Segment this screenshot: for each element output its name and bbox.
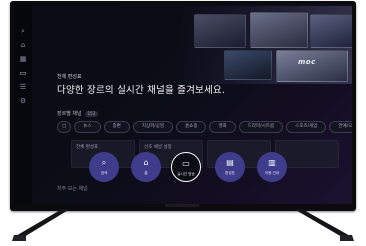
page-title: 다양한 장르의 실시간 채널을 즐겨보세요.	[57, 85, 226, 96]
hero-tile	[276, 50, 348, 82]
genre-chip[interactable]: 연예/오락	[329, 121, 352, 133]
hero-tile	[250, 12, 308, 48]
genre-chip[interactable]: 종편	[103, 121, 130, 133]
menu-live-tv-button[interactable]: ▭ 실시간 방송	[171, 152, 201, 182]
genre-chip-row: ▢뉴스종편지상파/공영홈쇼핑영화드라마/시트콤스포츠/게임연예/오락애니	[57, 121, 352, 135]
hero-tile	[310, 14, 352, 48]
settings-icon[interactable]: ⚙	[18, 96, 28, 106]
genre-chip[interactable]: 홈쇼핑	[176, 121, 207, 133]
tv-screen: moc ⌕ ⌂ ▦ ▭ ☰ ⚙ 전체 편성표 다양한 장르의 실시간 채널을 즐…	[14, 4, 352, 204]
filter-chip[interactable]: ▢	[57, 121, 72, 133]
tv-icon[interactable]: ▭	[18, 68, 28, 78]
genre-chip[interactable]: 뉴스	[74, 121, 101, 133]
filter-icon: ▢	[62, 124, 67, 129]
card-label: 전체 편성표	[76, 145, 99, 150]
section-label: 장르별 채널 153	[57, 110, 99, 117]
menu-label: 실시간 방송	[177, 172, 195, 176]
genre-chip[interactable]: 영화	[209, 121, 236, 133]
schedule-icon: ▤	[226, 158, 234, 167]
home-icon[interactable]: ⌂	[18, 40, 28, 50]
breadcrumb: 전체 편성표	[57, 74, 82, 80]
tv-stand-left	[10, 209, 80, 243]
list-icon[interactable]: ☰	[18, 82, 28, 92]
genre-chip[interactable]: 지상파/공영	[132, 121, 174, 133]
guide-icon: ▥	[268, 158, 276, 167]
menu-label: 검색	[100, 171, 108, 175]
hero-tile	[194, 14, 246, 48]
menu-label: 홈	[144, 171, 148, 175]
count-badge: 153	[84, 110, 99, 117]
hero-tile	[224, 50, 272, 80]
tv-stand-right	[286, 209, 356, 243]
menu-label: 편성표	[225, 171, 235, 175]
genre-chip[interactable]: 스포츠/게임	[286, 121, 327, 133]
menu-search-button[interactable]: ⌕ 검색	[89, 152, 119, 182]
menu-guide-button[interactable]: ▥ 이용 안내	[257, 152, 287, 182]
genre-chip[interactable]: 드라마/시트콤	[238, 121, 284, 133]
live-tv-icon: ▭	[182, 159, 190, 168]
search-icon[interactable]: ⌕	[18, 26, 28, 36]
sidebar: ⌕ ⌂ ▦ ▭ ☰ ⚙	[14, 4, 32, 204]
section-label-text: 장르별 채널	[57, 111, 82, 117]
menu-schedule-button[interactable]: ▤ 편성표	[215, 152, 245, 182]
grid-icon[interactable]: ▦	[18, 54, 28, 64]
search-icon: ⌕	[101, 158, 107, 167]
section-label-favorites: 자주 보는 채널	[57, 186, 88, 192]
menu-label: 이용 안내	[264, 171, 280, 175]
menu-home-button[interactable]: ⌂ 홈	[131, 152, 161, 182]
home-icon: ⌂	[143, 158, 149, 167]
card-label: 선호 채널 설정	[144, 145, 172, 150]
hero-tile-logo: moc	[298, 58, 316, 66]
